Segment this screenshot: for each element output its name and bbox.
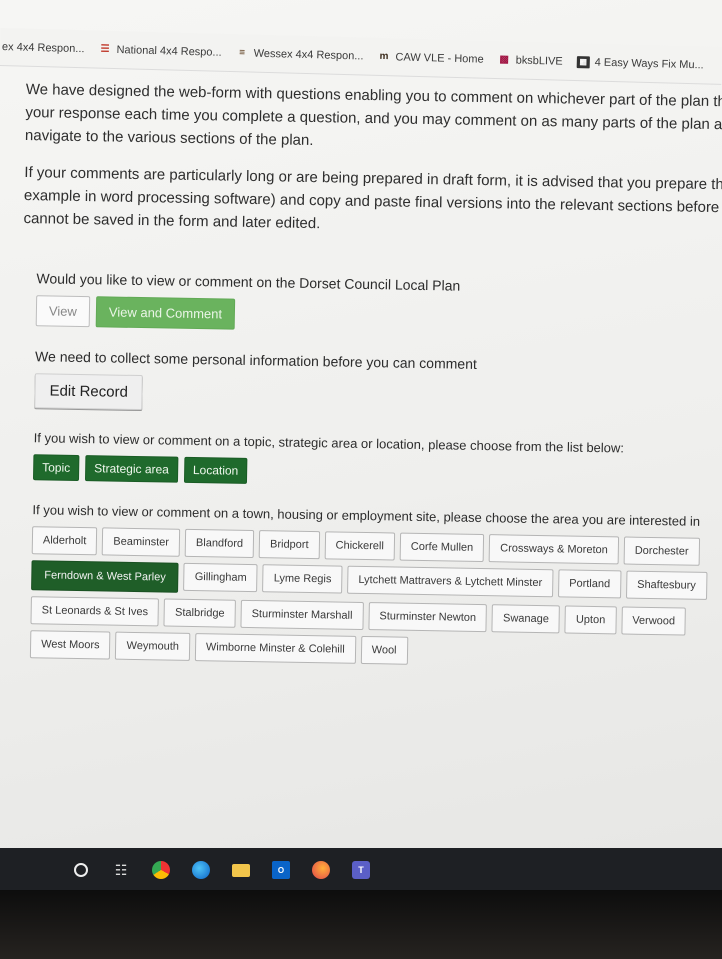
bookmark-label: National 4x4 Respo... (116, 43, 222, 59)
area-button-sturminster-newton[interactable]: Sturminster Newton (368, 602, 488, 633)
bookmark-item[interactable]: ≡ Wessex 4x4 Respon... (236, 47, 364, 62)
area-button-grid: Alderholt Beaminster Blandford Bridport … (29, 526, 718, 676)
search-icon[interactable] (72, 861, 90, 879)
location-button[interactable]: Location (183, 456, 248, 484)
m-logo-icon: m (379, 50, 389, 63)
topic-button[interactable]: Topic (32, 454, 80, 481)
area-button-portland[interactable]: Portland (557, 569, 622, 599)
area-button-upton[interactable]: Upton (564, 605, 617, 635)
area-button-swanage[interactable]: Swanage (491, 604, 561, 634)
firefox-icon[interactable] (312, 861, 330, 879)
area-button-wimborne[interactable]: Wimborne Minster & Colehill (194, 633, 356, 664)
bookmark-label: CAW VLE - Home (395, 50, 484, 66)
view-question: Would you like to view or comment on the… (36, 270, 461, 294)
area-button-chickerell[interactable]: Chickerell (324, 531, 396, 561)
chrome-icon[interactable] (152, 861, 170, 879)
area-button-verwood[interactable]: Verwood (621, 606, 687, 636)
doc-icon: ▦ (576, 55, 590, 68)
area-button-lytchett[interactable]: Lytchett Mattravers & Lytchett Minster (347, 565, 554, 598)
personal-info-text: We need to collect some personal informa… (35, 348, 477, 372)
topic-instruction: If you wish to view or comment on a topi… (33, 430, 625, 456)
area-button-crossways-moreton[interactable]: Crossways & Moreton (488, 534, 620, 565)
area-button-weymouth[interactable]: Weymouth (115, 631, 191, 661)
bookmarks-bar: ex 4x4 Respon... ☰ National 4x4 Respo...… (0, 28, 722, 85)
area-button-ferndown-west-parley[interactable]: Ferndown & West Parley (31, 560, 180, 593)
area-button-sturminster-marshall[interactable]: Sturminster Marshall (240, 599, 364, 630)
area-button-beaminster[interactable]: Beaminster (102, 527, 181, 557)
area-button-shaftesbury[interactable]: Shaftesbury (625, 570, 708, 600)
page-content: We have designed the web-form with quest… (16, 78, 722, 676)
file-explorer-icon[interactable] (232, 863, 250, 877)
bookmark-item[interactable]: m CAW VLE - Home (377, 50, 484, 66)
task-view-icon[interactable]: ☷ (112, 861, 130, 879)
bookmark-label: ex 4x4 Respon... (1, 40, 85, 55)
teams-icon[interactable]: T (352, 861, 370, 879)
bookmark-item[interactable]: ▩ bksbLIVE (498, 54, 563, 68)
strategic-area-button[interactable]: Strategic area (84, 455, 179, 483)
area-instruction: If you wish to view or comment on a town… (32, 502, 701, 529)
area-button-blandford[interactable]: Blandford (184, 528, 255, 559)
area-button-bridport[interactable]: Bridport (258, 530, 320, 560)
view-button[interactable]: View (35, 295, 91, 328)
area-button-gillingham[interactable]: Gillingham (183, 562, 258, 593)
area-button-dorchester[interactable]: Dorchester (623, 536, 700, 566)
stack-icon: ☰ (100, 43, 110, 55)
area-button-west-moors[interactable]: West Moors (29, 630, 111, 660)
outlook-icon[interactable]: O (272, 861, 290, 879)
bookmark-item[interactable]: ▦ 4 Easy Ways Fix Mu... (576, 55, 704, 71)
bookmark-label: 4 Easy Ways Fix Mu... (594, 56, 704, 71)
area-button-corfe-mullen[interactable]: Corfe Mullen (399, 532, 485, 563)
browser-screen: ex 4x4 Respon... ☰ National 4x4 Respo...… (0, 0, 722, 890)
taskbar: ☷ O T (0, 848, 722, 890)
view-and-comment-button[interactable]: View and Comment (95, 296, 236, 330)
intro-paragraph-2: If your comments are particularly long o… (23, 161, 722, 242)
grid-icon: ▩ (499, 54, 510, 66)
edge-icon[interactable] (192, 861, 210, 879)
bars-icon: ≡ (239, 47, 246, 59)
bookmark-item[interactable]: ex 4x4 Respon... (2, 41, 85, 55)
intro-paragraph-1: We have designed the web-form with quest… (25, 78, 722, 159)
area-button-wool[interactable]: Wool (360, 635, 408, 665)
area-button-alderholt[interactable]: Alderholt (31, 526, 98, 556)
area-button-lyme-regis[interactable]: Lyme Regis (262, 564, 343, 594)
area-button-stalbridge[interactable]: Stalbridge (163, 598, 236, 628)
desk-surface (0, 890, 722, 959)
bookmark-label: Wessex 4x4 Respon... (253, 47, 364, 63)
bookmark-item[interactable]: ☰ National 4x4 Respo... (98, 43, 222, 59)
bookmark-label: bksbLIVE (515, 54, 563, 68)
edit-record-button[interactable]: Edit Record (34, 373, 144, 411)
area-button-st-leonards[interactable]: St Leonards & St Ives (30, 596, 160, 627)
